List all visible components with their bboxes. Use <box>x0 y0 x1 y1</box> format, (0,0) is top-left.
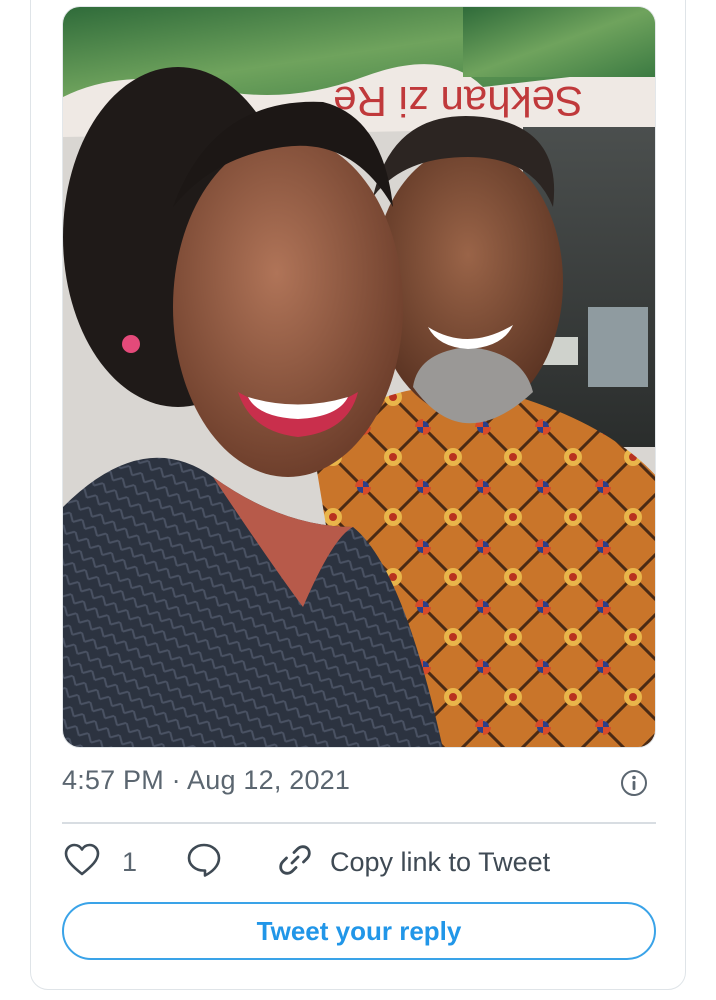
like-button[interactable]: 1 <box>64 842 137 882</box>
copy-link-button[interactable]: Copy link to Tweet <box>278 842 550 882</box>
selfie-image: Sekhan zi Re <box>63 7 655 747</box>
link-icon <box>278 843 312 882</box>
heart-icon <box>64 843 100 882</box>
speech-bubble-icon <box>186 842 222 883</box>
copy-link-label: Copy link to Tweet <box>330 846 551 877</box>
tweet-your-reply-button[interactable]: Tweet your reply <box>62 902 656 960</box>
info-icon[interactable] <box>620 769 648 797</box>
reply-button[interactable] <box>186 842 222 882</box>
like-count: 1 <box>122 846 138 877</box>
divider <box>62 822 656 824</box>
tweet-photo[interactable]: Sekhan zi Re <box>62 6 656 748</box>
tweet-timestamp[interactable]: 4:57 PM · Aug 12, 2021 <box>62 765 350 796</box>
